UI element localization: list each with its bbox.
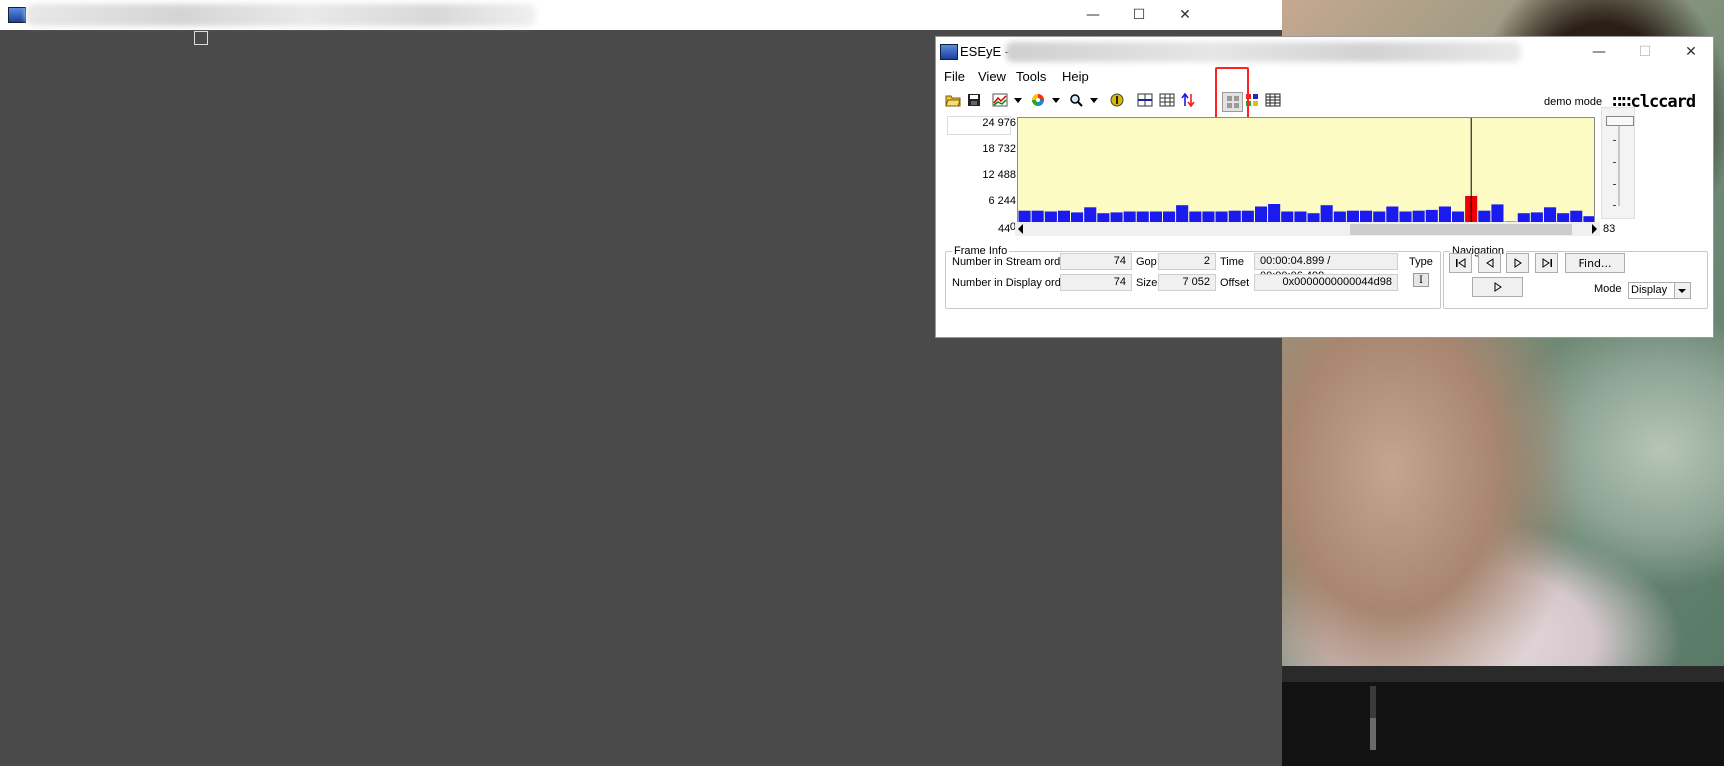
type-label: Type: [1409, 256, 1433, 268]
close-icon[interactable]: ✕: [1162, 0, 1208, 30]
y-tick-label: 18 732: [982, 143, 1016, 155]
size-label: Size: [1136, 277, 1158, 289]
eseye-titlebar: ESEyE - — ☐ ✕: [936, 37, 1713, 67]
scroll-thumb[interactable]: [1350, 224, 1572, 235]
open-icon[interactable]: [943, 91, 962, 109]
blurred-title: [26, 4, 536, 26]
frame-size-chart[interactable]: [1017, 117, 1595, 226]
scroll-right-icon[interactable]: [1592, 224, 1597, 234]
slider-tick: [1613, 184, 1616, 185]
time-field: 00:00:04.899 / 00:00:06.499: [1254, 253, 1398, 282]
slider-tick: [1613, 162, 1616, 163]
slider-tick: [1613, 140, 1616, 141]
scroll-min-label: 44: [998, 223, 1011, 235]
close-icon[interactable]: ✕: [1668, 37, 1714, 67]
skip-last-icon: [1542, 258, 1552, 268]
play-icon: [1494, 282, 1502, 292]
menu-tools[interactable]: Tools: [1016, 69, 1046, 84]
slider-track: [1618, 118, 1620, 206]
last-frame-button[interactable]: [1535, 253, 1558, 273]
next-frame-button[interactable]: [1506, 253, 1529, 273]
color-dropdown-icon[interactable]: [1052, 98, 1060, 103]
menu-file[interactable]: File: [944, 69, 965, 84]
menu-bar: File View Tools Heip: [936, 64, 1713, 86]
slider-thumb[interactable]: [1606, 116, 1634, 126]
stream-order-label: Number in Stream order: [952, 256, 1070, 268]
step-back-icon: [1485, 258, 1493, 268]
offset-field: 0x0000000000044d98: [1254, 274, 1398, 291]
mode-select[interactable]: Display: [1628, 282, 1691, 299]
skip-first-icon: [1455, 258, 1465, 268]
grid-icon[interactable]: [1263, 91, 1282, 109]
menu-help[interactable]: Heip: [1062, 69, 1089, 84]
play-button[interactable]: [1472, 277, 1523, 297]
highlight-box: [1215, 67, 1249, 119]
offset-label: Offset: [1220, 277, 1250, 289]
minimize-icon[interactable]: —: [1576, 37, 1622, 67]
find-button[interactable]: Find...: [1565, 253, 1625, 273]
color-wheel-icon[interactable]: [1028, 91, 1047, 109]
small-square-icon: [194, 31, 208, 45]
save-icon[interactable]: [964, 91, 983, 109]
zoom-dropdown-icon[interactable]: [1090, 98, 1098, 103]
y-tick-label: 12 488: [982, 169, 1016, 181]
scroll-max-label: 83: [1603, 223, 1616, 235]
blurred-title: [1006, 42, 1521, 62]
display-order-label: Number in Display order: [952, 277, 1071, 289]
gop-label: Gop: [1136, 256, 1157, 268]
maximize-icon[interactable]: ☐: [1116, 0, 1162, 30]
size-field: 7 052: [1158, 274, 1216, 291]
info-icon[interactable]: [1107, 91, 1126, 109]
display-order-field: 74: [1060, 274, 1132, 291]
toolbar: demo mode ∷∷clccard: [936, 84, 1713, 114]
video-panel: [1282, 666, 1724, 766]
slider-tick: [1613, 205, 1616, 206]
eseye-title: ESEyE -: [960, 44, 1010, 59]
scroll-left-icon[interactable]: [1018, 224, 1023, 234]
prev-frame-button[interactable]: [1478, 253, 1501, 273]
demo-mode-label: demo mode: [1544, 96, 1603, 108]
maximize-icon[interactable]: ☐: [1622, 37, 1668, 67]
video-scrollbar-thumb[interactable]: [1370, 718, 1376, 750]
sort-arrows-icon[interactable]: [1178, 91, 1197, 109]
stream-order-field: 74: [1060, 253, 1132, 270]
minimize-icon[interactable]: —: [1070, 0, 1116, 30]
step-forward-icon: [1514, 258, 1522, 268]
chart-dropdown-icon[interactable]: [1014, 98, 1022, 103]
y-tick-label: 6 244: [988, 195, 1016, 207]
zoom-icon[interactable]: [1066, 91, 1085, 109]
menu-view[interactable]: View: [978, 69, 1006, 84]
background-titlebar: — ☐ ✕: [0, 0, 1282, 30]
chart-svg: [1018, 118, 1594, 225]
zoom-slider[interactable]: [1601, 107, 1635, 219]
time-label: Time: [1220, 256, 1245, 268]
app-icon: [8, 7, 26, 23]
y-tick-label: 24 976: [982, 117, 1016, 129]
table-icon[interactable]: [1157, 91, 1176, 109]
gop-field: 2: [1158, 253, 1216, 270]
first-frame-button[interactable]: [1449, 253, 1472, 273]
chevron-down-icon[interactable]: [1674, 283, 1690, 298]
chart-scrollbar[interactable]: [1015, 222, 1600, 236]
eseye-window: ESEyE - — ☐ ✕ File View Tools Heip demo …: [935, 36, 1714, 338]
chart-icon[interactable]: [990, 91, 1009, 109]
eseye-app-icon: [940, 44, 958, 60]
mode-label: Mode: [1594, 283, 1622, 295]
frame-type-badge: I: [1413, 273, 1429, 287]
grid-layout-icon[interactable]: [1135, 91, 1154, 109]
mode-value: Display: [1631, 284, 1668, 296]
